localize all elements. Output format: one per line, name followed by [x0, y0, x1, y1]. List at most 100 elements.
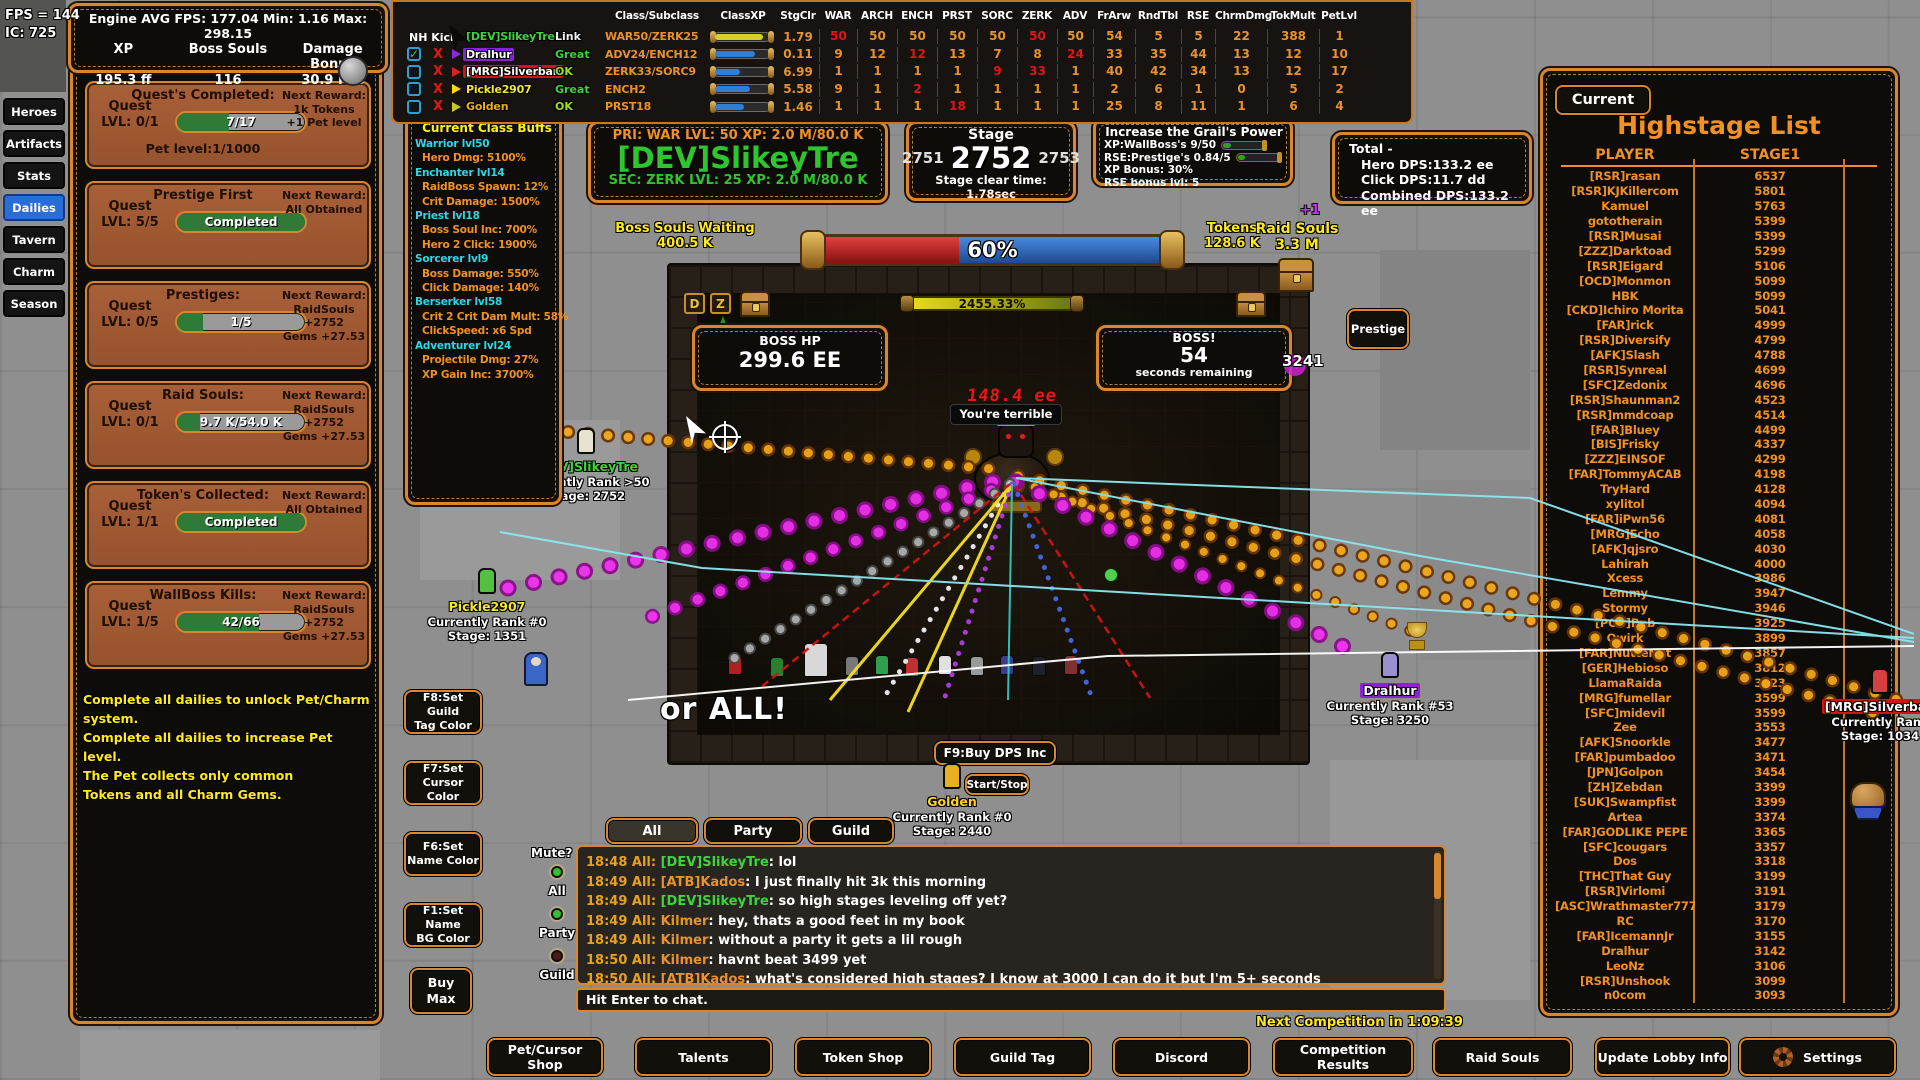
chat-log[interactable]: 18:48 All: [DEV]SlikeyTre: lol 18:49 All… [576, 845, 1446, 985]
player-name[interactable]: [MRG]Silverban [463, 65, 563, 78]
highstage-entry[interactable]: [AFK]Slash 4788 [1555, 348, 1853, 363]
highstage-entry[interactable]: [AFK]qjsro 4030 [1555, 541, 1853, 556]
unit-label[interactable]: Dralhur Currently Rank #53 Stage: 3250 [1310, 652, 1470, 727]
highstage-entry[interactable]: gototherain 5399 [1555, 214, 1853, 229]
highstage-entry[interactable]: [THC]That Guy 3199 [1555, 869, 1853, 884]
highstage-entry[interactable]: Xcess 3986 [1555, 571, 1853, 586]
highstage-entry[interactable]: [FAR]IcemannJr 3155 [1555, 928, 1853, 943]
stage-prev[interactable]: 2751 [902, 143, 944, 173]
highstage-entry[interactable]: [SFC]Zedonix 4696 [1555, 377, 1853, 392]
highstage-entry[interactable]: [FAR]TommyACAB 4198 [1555, 467, 1853, 482]
f7-cursor-color-button[interactable]: F7:SetCursor Color [404, 761, 482, 805]
highstage-entry[interactable]: LeoNz 3106 [1555, 958, 1853, 973]
chat-scrollbar[interactable] [1434, 851, 1441, 979]
highstage-entry[interactable]: [ZH]Zebdan 3399 [1555, 780, 1853, 795]
highstage-entry[interactable]: [RSR]rasan 6537 [1555, 169, 1853, 184]
f1-name-bg-color-button[interactable]: F1:Set NameBG Color [404, 903, 482, 947]
highstage-entry[interactable]: [ASC]Wrathmaster777 3179 [1555, 899, 1853, 914]
highstage-entry[interactable]: [RSR]Synreal 4699 [1555, 363, 1853, 378]
talents-button[interactable]: Talents [635, 1038, 772, 1076]
player-name[interactable]: Dralhur [463, 48, 514, 61]
highstage-entry[interactable]: [MRG]Echo 4058 [1555, 526, 1853, 541]
highstage-entry[interactable]: [RSR]Eigard 5106 [1555, 258, 1853, 273]
player-name[interactable]: Golden [463, 100, 511, 113]
highstage-entry[interactable]: [RSR]mmdcoap 4514 [1555, 407, 1853, 422]
highstage-entry[interactable]: [RSR]Diversify 4799 [1555, 333, 1853, 348]
highstage-entry[interactable]: Dos 3318 [1555, 854, 1853, 869]
unit-label[interactable]: Pickle2907 Currently Rank #0 Stage: 1351 [407, 568, 567, 643]
guild-tag-button[interactable]: Guild Tag [954, 1038, 1091, 1076]
unit-label[interactable]: Golden Currently Rank #0 Stage: 2440 [872, 763, 1032, 838]
settings-button[interactable]: Settings [1739, 1038, 1896, 1076]
highstage-current-tab[interactable]: Current [1555, 85, 1651, 115]
highstage-entry[interactable]: [CKD]Ichiro Morita 5041 [1555, 303, 1853, 318]
highstage-entry[interactable]: [JPN]Golpon 3454 [1555, 765, 1853, 780]
highstage-entry[interactable]: [FAR]iPwn56 4081 [1555, 511, 1853, 526]
pet-cursor-shop-button[interactable]: Pet/Cursor Shop [487, 1038, 603, 1076]
sidebar-item-season[interactable]: Season [3, 290, 65, 317]
unit-label[interactable]: [MRG]Silverban Currently Rank Stage: 103… [1800, 668, 1920, 743]
highstage-entry[interactable]: [ZZZ]EINSOF 4299 [1555, 452, 1853, 467]
highstage-entry[interactable]: [FAR]pumbadoo 3471 [1555, 750, 1853, 765]
highstage-entry[interactable]: n0com 3093 [1555, 988, 1853, 1003]
sidebar-item-charm[interactable]: Charm [3, 258, 65, 285]
chest-icon[interactable] [740, 291, 770, 317]
discord-button[interactable]: Discord [1113, 1038, 1250, 1076]
highstage-entry[interactable]: [FAR]NutteNut 3857 [1555, 646, 1853, 661]
kick-x-icon[interactable]: X [427, 99, 449, 114]
mute-radio-guild[interactable] [549, 948, 565, 964]
highstage-entry[interactable]: Stormy 3946 [1555, 601, 1853, 616]
highstage-entry[interactable]: [ZZZ]Darktoad 5299 [1555, 243, 1853, 258]
chat-tab-party[interactable]: Party [704, 818, 802, 844]
highstage-entry[interactable]: [SFC]cougars 3357 [1555, 839, 1853, 854]
ready-checkbox-icon[interactable] [407, 82, 421, 96]
update-lobby-info-button[interactable]: Update Lobby Info [1595, 1038, 1730, 1076]
buy-max-button[interactable]: BuyMax [410, 968, 472, 1014]
f6-name-color-button[interactable]: F6:SetName Color [404, 832, 482, 876]
chat-tab-all[interactable]: All [606, 818, 698, 844]
highstage-entry[interactable]: Lahirah 4000 [1555, 556, 1853, 571]
sidebar-item-stats[interactable]: Stats [3, 162, 65, 189]
highstage-entry[interactable]: [RSR]Virlomi 3191 [1555, 884, 1853, 899]
player-name[interactable]: [DEV]SlikeyTre [463, 30, 558, 43]
kick-x-icon[interactable]: X [427, 47, 449, 62]
mute-radio-party[interactable] [549, 906, 565, 922]
player-name[interactable]: Pickle2907 [463, 83, 535, 96]
highstage-entry[interactable]: [POS]Bob 3925 [1555, 616, 1853, 631]
mute-radio-all[interactable] [549, 864, 565, 880]
sidebar-item-heroes[interactable]: Heroes [3, 98, 65, 125]
highstage-entry[interactable]: [OCD]Monmon 5099 [1555, 273, 1853, 288]
highstage-entry[interactable]: HBK 5099 [1555, 288, 1853, 303]
highstage-entry[interactable]: Kamuel 5763 [1555, 199, 1853, 214]
raid-chest-icon[interactable] [1278, 258, 1314, 292]
chest-icon[interactable] [1236, 291, 1266, 317]
highstage-entry[interactable]: Lemmy 3947 [1555, 586, 1853, 601]
highstage-entry[interactable]: [RSR]Unshook 3099 [1555, 973, 1853, 988]
highstage-entry[interactable]: [FAR]rick 4999 [1555, 318, 1853, 333]
ready-checkbox-icon[interactable] [407, 47, 421, 61]
highstage-entry[interactable]: RC 3170 [1555, 914, 1853, 929]
sidebar-item-artifacts[interactable]: Artifacts [3, 130, 65, 157]
sidebar-item-dailies[interactable]: Dailies [3, 194, 65, 221]
raid-souls-button[interactable]: Raid Souls [1433, 1038, 1572, 1076]
highstage-entry[interactable]: Qwirk 3899 [1555, 631, 1853, 646]
highstage-entry[interactable]: [RSR]Shaunman2 4523 [1555, 392, 1853, 407]
chat-tab-guild[interactable]: Guild [808, 818, 894, 844]
ready-checkbox-icon[interactable] [407, 65, 421, 79]
highstage-entry[interactable]: Dralhur 3142 [1555, 943, 1853, 958]
f8-guild-tag-color-button[interactable]: F8:Set GuildTag Color [404, 690, 482, 734]
highstage-entry[interactable]: [RSR]Musai 5399 [1555, 229, 1853, 244]
highstage-entry[interactable]: [SUK]Swampfist 3399 [1555, 794, 1853, 809]
kick-x-icon[interactable]: X [427, 82, 449, 97]
highstage-entry[interactable]: [FAR]Bluey 4499 [1555, 422, 1853, 437]
competition-results-button[interactable]: Competition Results [1273, 1038, 1413, 1076]
highstage-entry[interactable]: Artea 3374 [1555, 809, 1853, 824]
kick-x-icon[interactable]: X [427, 64, 449, 79]
highstage-entry[interactable]: TryHard 4128 [1555, 482, 1853, 497]
ready-checkbox-icon[interactable] [407, 100, 421, 114]
f9-buy-dps-button[interactable]: F9:Buy DPS Inc [934, 741, 1056, 765]
stage-next[interactable]: 2753 [1038, 143, 1080, 173]
highstage-entry[interactable]: [FAR]GODLIKE PEPE 3365 [1555, 824, 1853, 839]
sidebar-item-tavern[interactable]: Tavern [3, 226, 65, 253]
highstage-entry[interactable]: [BIS]Frisky 4337 [1555, 437, 1853, 452]
